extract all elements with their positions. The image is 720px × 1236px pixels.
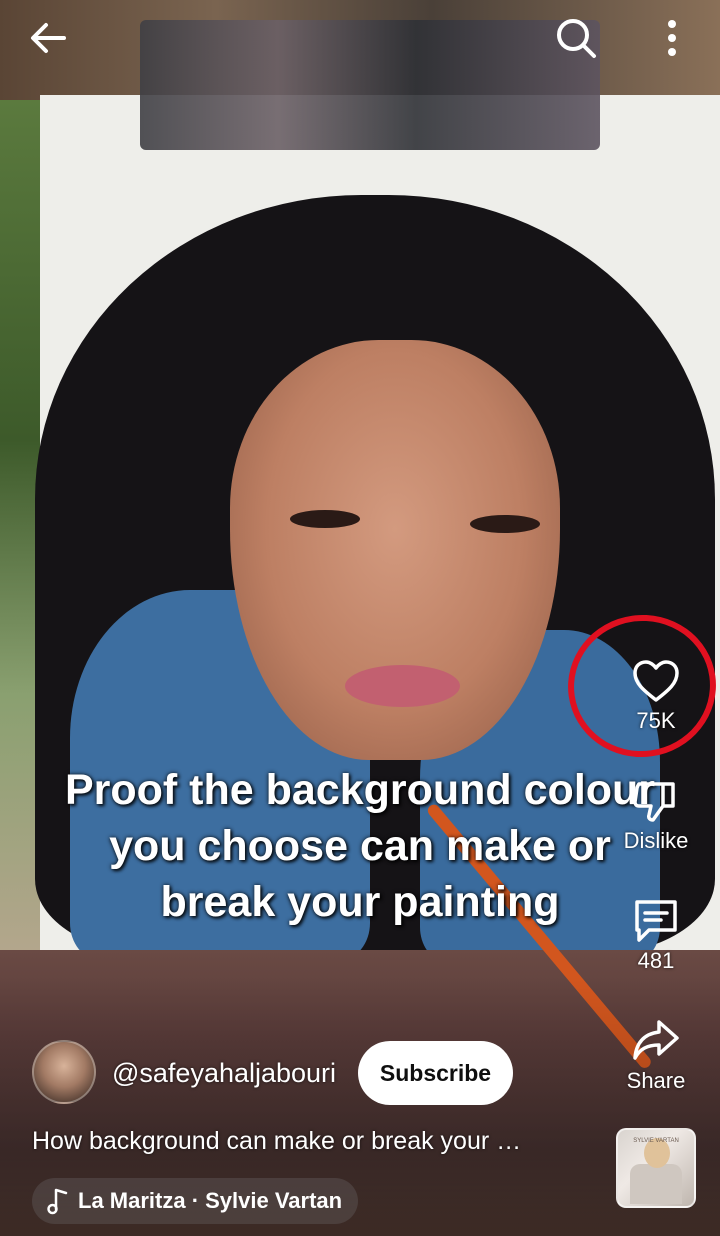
video-title[interactable]: How background can make or break your …: [32, 1124, 592, 1158]
more-options-button[interactable]: [648, 14, 696, 62]
caption-line: you choose can make or: [109, 822, 611, 870]
album-text: SYLVIE VARTAN: [633, 1138, 679, 1144]
comment-count: 481: [637, 948, 675, 973]
portrait-right-eye: [470, 515, 540, 533]
dislike-label: Dislike: [623, 828, 689, 853]
album-art[interactable]: SYLVIE VARTAN: [616, 1128, 696, 1208]
dislike-button[interactable]: Dislike: [612, 778, 700, 854]
paint-palette: [140, 20, 600, 150]
share-button[interactable]: Share: [612, 1018, 700, 1094]
music-track: La Maritza · Sylvie Vartan: [78, 1188, 343, 1213]
music-chip[interactable]: La Maritza · Sylvie Vartan: [32, 1178, 359, 1224]
caption-line: Proof the background colour: [64, 766, 656, 814]
subscribe-button[interactable]: Subscribe: [358, 1041, 513, 1105]
comments-button[interactable]: 481: [612, 898, 700, 974]
like-button[interactable]: 75K: [612, 658, 700, 734]
share-label: Share: [626, 1068, 686, 1093]
thumb-down-icon: [633, 782, 675, 822]
share-icon: [633, 1020, 679, 1060]
video-caption: Proof the background colour you choose c…: [40, 762, 680, 930]
comment-icon: [635, 900, 677, 942]
more-vert-icon: [668, 20, 676, 56]
music-note-icon: [47, 1188, 68, 1215]
arrow-left-icon: [31, 23, 66, 53]
like-count: 75K: [636, 708, 676, 733]
album-figure-body: [630, 1164, 682, 1204]
caption-line: break your painting: [160, 878, 560, 926]
channel-handle[interactable]: @safeyahaljabouri: [112, 1056, 336, 1090]
shorts-player[interactable]: Proof the background colour you choose c…: [0, 0, 720, 1236]
portrait-lips: [345, 665, 460, 707]
back-button[interactable]: [24, 14, 72, 62]
search-icon: [557, 19, 596, 58]
portrait-left-eye: [290, 510, 360, 528]
search-button[interactable]: [552, 14, 600, 62]
channel-avatar[interactable]: [32, 1040, 96, 1104]
heart-icon: [633, 660, 679, 702]
